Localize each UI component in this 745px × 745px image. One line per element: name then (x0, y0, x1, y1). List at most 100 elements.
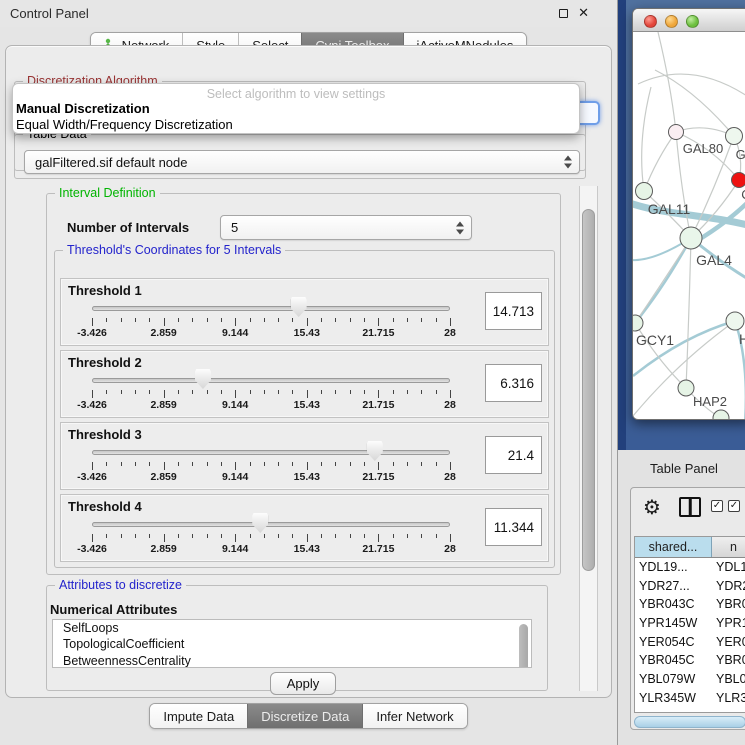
table-cell-name[interactable]: YLR3 (712, 689, 745, 708)
threshold-value-field[interactable]: 14.713 (485, 292, 542, 330)
slider-tick (436, 390, 437, 394)
node-label: GAL80 (683, 141, 723, 156)
network-edge[interactable] (633, 321, 735, 376)
close-traffic-light-icon[interactable] (644, 15, 657, 28)
table-cell-name[interactable]: YBR0 (712, 651, 745, 670)
slider-track[interactable] (92, 378, 450, 383)
table-cell-name[interactable]: YDL1 (712, 558, 745, 577)
threshold-slider[interactable]: -3.4262.8599.14415.4321.71528 (92, 441, 450, 483)
tab-infer-network[interactable]: Infer Network (362, 704, 466, 728)
threshold-slider[interactable]: -3.4262.8599.14415.4321.71528 (92, 369, 450, 411)
slider-tick (135, 534, 136, 538)
table-cell-name[interactable]: YER0 (712, 633, 745, 652)
table-cell-shared-name[interactable]: YBR043C (635, 595, 712, 614)
slider-thumb[interactable] (291, 297, 307, 317)
slider-tick (407, 462, 408, 466)
table-cell-shared-name[interactable]: YIL052C (635, 708, 712, 714)
popup-item-manual-discretization[interactable]: Manual Discretization (13, 101, 579, 117)
table-cell-name[interactable]: YBL0 (712, 670, 745, 689)
network-node[interactable] (726, 312, 744, 330)
slider-track[interactable] (92, 522, 450, 527)
gear-icon[interactable]: ⚙ (643, 495, 661, 520)
tab-discretize-data[interactable]: Discretize Data (247, 704, 362, 728)
network-node[interactable] (678, 380, 694, 396)
table-row[interactable]: YLR345WYLR3 (635, 689, 745, 708)
table-cell-shared-name[interactable]: YPR145W (635, 614, 712, 633)
table-cell-name[interactable]: YDR2 (712, 577, 745, 596)
network-node[interactable] (633, 315, 643, 331)
network-edge[interactable] (635, 238, 691, 323)
network-edge[interactable] (642, 87, 651, 191)
number-of-intervals-combo[interactable]: 5 (220, 215, 472, 240)
network-node[interactable] (680, 227, 702, 249)
tab-impute-data[interactable]: Impute Data (150, 704, 247, 728)
float-window-button[interactable] (557, 7, 571, 21)
network-window-titlebar[interactable] (633, 9, 745, 32)
table-cell-shared-name[interactable]: YDL19... (635, 558, 712, 577)
table-row[interactable]: YDL19...YDL1 (635, 558, 745, 577)
table-row[interactable]: YPR145WYPR1 (635, 614, 745, 633)
table-row[interactable]: YER054CYER0 (635, 633, 745, 652)
table-row[interactable]: YDR27...YDR2 (635, 577, 745, 596)
table-row[interactable]: YBL079WYBL0 (635, 670, 745, 689)
list-scrollbar-thumb[interactable] (519, 624, 528, 668)
threshold-slider[interactable]: -3.4262.8599.14415.4321.71528 (92, 297, 450, 339)
threshold-value-field[interactable]: 21.4 (485, 436, 542, 474)
table-horizontal-scrollbar[interactable] (633, 715, 745, 729)
checkbox-icon[interactable]: ✓ (728, 500, 740, 512)
table-cell-shared-name[interactable]: YLR345W (635, 689, 712, 708)
network-edge[interactable] (644, 132, 676, 191)
table-cell-shared-name[interactable]: YDR27... (635, 577, 712, 596)
network-node[interactable] (726, 128, 743, 145)
attribute-list-item[interactable]: SelfLoops (53, 620, 531, 636)
popup-item-equal-width-frequency[interactable]: Equal Width/Frequency Discretization (13, 117, 579, 133)
table-cell-name[interactable]: YBR0 (712, 595, 745, 614)
network-edge[interactable] (655, 70, 734, 136)
table-horizontal-scrollbar-thumb[interactable] (634, 716, 745, 728)
table-cell-shared-name[interactable]: YBL079W (635, 670, 712, 689)
table-cell-name[interactable]: YPR1 (712, 614, 745, 633)
network-edge[interactable] (658, 32, 676, 132)
network-node[interactable] (732, 173, 745, 188)
table-row[interactable]: YBR045CYBR0 (635, 651, 745, 670)
zoom-traffic-light-icon[interactable] (686, 15, 699, 28)
column-header-name[interactable]: n (712, 537, 745, 557)
network-canvas[interactable]: GAL80GACGAL11GAL4GCY1HHAP2 (633, 32, 745, 420)
slider-tick (393, 534, 394, 538)
number-of-intervals-label: Number of Intervals (67, 220, 189, 235)
threshold-value-field[interactable]: 6.316 (485, 364, 542, 402)
attribute-list-item[interactable]: BetweennessCentrality (53, 653, 531, 668)
table-cell-shared-name[interactable]: YBR045C (635, 651, 712, 670)
minimize-traffic-light-icon[interactable] (665, 15, 678, 28)
checkbox-icon[interactable]: ✓ (711, 500, 723, 512)
network-node[interactable] (669, 125, 684, 140)
table-row[interactable]: YBR043CYBR0 (635, 595, 745, 614)
column-view-icon[interactable] (679, 497, 701, 517)
algorithm-combo-focus-fragment[interactable] (579, 101, 600, 125)
slider-thumb[interactable] (252, 513, 268, 533)
numerical-attributes-list[interactable]: SelfLoopsTopologicalCoefficientBetweenne… (52, 619, 532, 668)
panel-vertical-scrollbar-thumb[interactable] (582, 209, 595, 571)
slider-track[interactable] (92, 306, 450, 311)
network-node[interactable] (636, 183, 653, 200)
apply-button[interactable]: Apply (270, 672, 336, 695)
threshold-slider[interactable]: -3.4262.8599.14415.4321.71528 (92, 513, 450, 555)
list-scrollbar[interactable] (518, 620, 529, 667)
network-node[interactable] (713, 410, 729, 420)
column-header-shared[interactable]: shared... (635, 537, 712, 557)
network-edge[interactable] (686, 238, 691, 388)
slider-tick (178, 462, 179, 466)
attribute-list-item[interactable]: TopologicalCoefficient (53, 636, 531, 652)
network-edge[interactable] (638, 74, 745, 100)
slider-thumb[interactable] (367, 441, 383, 461)
table-row[interactable]: YIL052CYIL0 (635, 708, 745, 714)
table-cell-name[interactable]: YIL0 (712, 708, 745, 714)
table-data-combo[interactable]: galFiltered.sif default node (24, 150, 580, 174)
table-cell-shared-name[interactable]: YER054C (635, 633, 712, 652)
slider-tick (335, 462, 336, 466)
slider-thumb[interactable] (195, 369, 211, 389)
slider-track[interactable] (92, 450, 450, 455)
close-icon[interactable]: ✕ (578, 5, 589, 21)
panel-vertical-scrollbar[interactable] (579, 186, 598, 691)
threshold-value-field[interactable]: 11.344 (485, 508, 542, 546)
